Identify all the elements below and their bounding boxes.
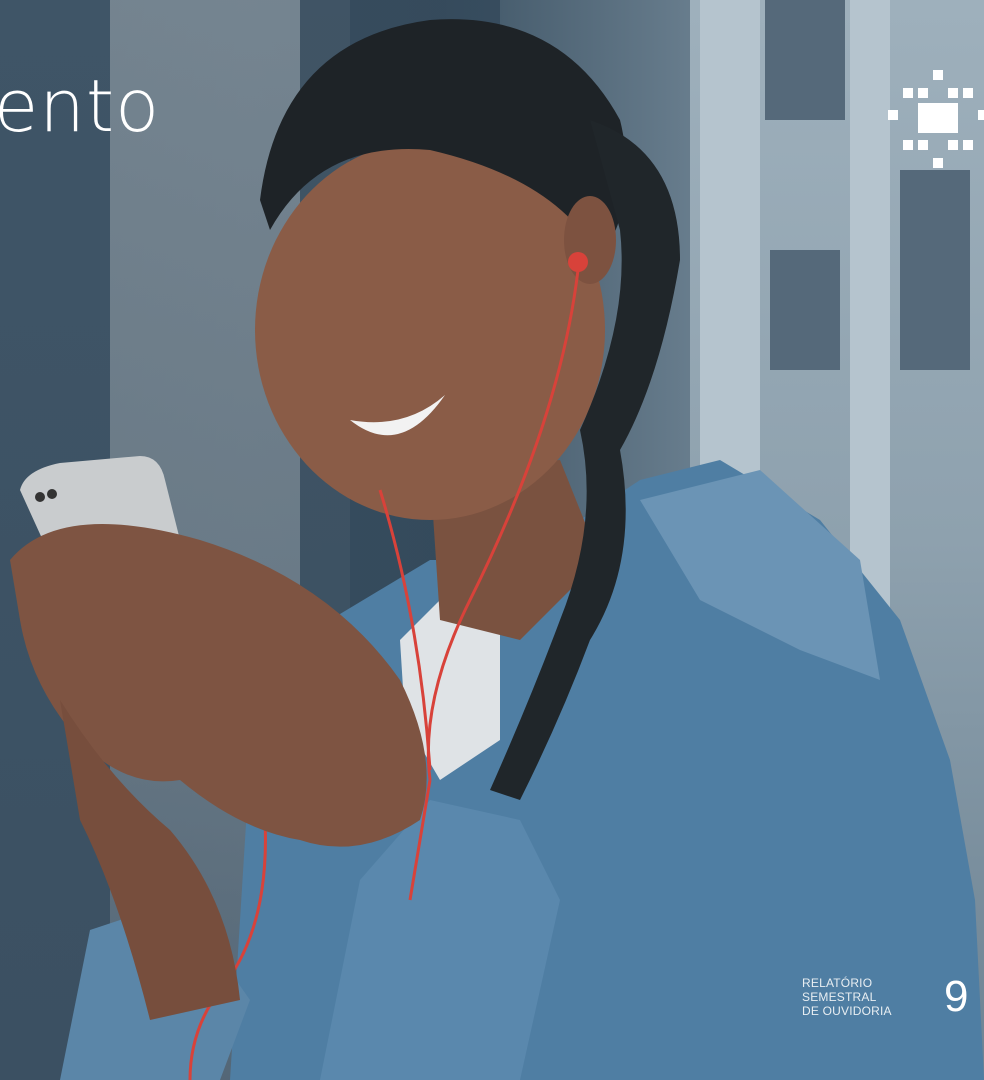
cross-pattern-logo-icon [888,70,984,168]
report-page: ento RELATÓRIO SEMESTRAL DE OUVIDORIA 9 [0,0,984,1080]
hero-photo [10,19,984,1080]
phone-camera [35,492,45,502]
section-heading: ento [0,64,161,148]
phone-camera [47,489,57,499]
ear [564,196,616,284]
earbud [568,252,588,272]
hands [10,524,427,847]
page-number: 9 [944,972,969,1021]
report-title-label: RELATÓRIO SEMESTRAL DE OUVIDORIA [802,976,892,1018]
